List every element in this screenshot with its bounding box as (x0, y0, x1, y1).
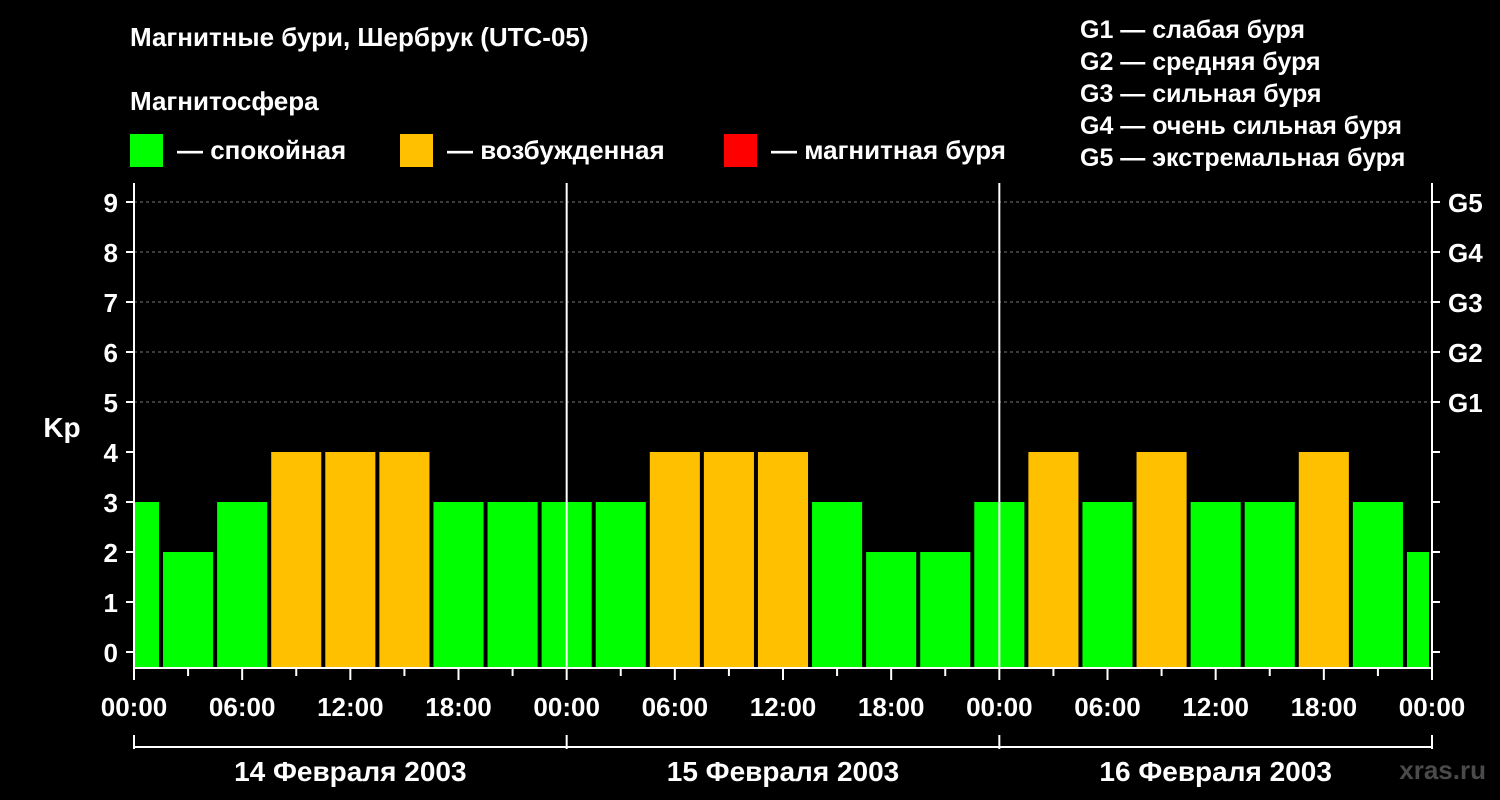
kp-bar (649, 452, 700, 668)
x-tick-label: 12:00 (750, 692, 817, 722)
day-label: 14 Февраля 2003 (234, 756, 466, 787)
x-tick-label: 06:00 (642, 692, 709, 722)
kp-bar (217, 502, 268, 668)
x-tick-label: 18:00 (858, 692, 925, 722)
kp-bar-chart: 0 1 2 3 4 5 6 7 8 9 G1 G2 G3 G4 G5 Kp 00:00 06:00 12:00 18:… (43, 183, 1483, 787)
g-level-label: G3 (1448, 288, 1483, 318)
kp-bar (1298, 452, 1349, 668)
kp-bar (812, 502, 863, 668)
kp-bar (487, 502, 538, 668)
kp-bar (163, 552, 214, 668)
x-tick-label: 12:00 (317, 692, 384, 722)
y-tick-label: 6 (104, 338, 118, 368)
kp-bar (325, 452, 376, 668)
kp-bar (703, 452, 754, 668)
day-label: 16 Февраля 2003 (1099, 756, 1331, 787)
x-tick-label: 12:00 (1182, 692, 1249, 722)
y-tick-label: 5 (104, 388, 118, 418)
g-level-label: G2 (1448, 338, 1483, 368)
x-tick-label: 18:00 (425, 692, 492, 722)
y-tick-label: 0 (104, 638, 118, 668)
watermark: xras.ru (1399, 755, 1486, 785)
day-label: 15 Февраля 2003 (667, 756, 899, 787)
y-tick-label: 8 (104, 238, 118, 268)
y-tick-label: 3 (104, 488, 118, 518)
x-tick-label: 06:00 (209, 692, 276, 722)
kp-bar (379, 452, 430, 668)
kp-bar (866, 552, 917, 668)
kp-bar (1028, 452, 1079, 668)
kp-bar (595, 502, 646, 668)
x-tick-label: 18:00 (1291, 692, 1358, 722)
y-tick-label: 9 (104, 188, 118, 218)
kp-bar (1082, 502, 1133, 668)
kp-bar (920, 552, 971, 668)
x-tick-label: 06:00 (1074, 692, 1141, 722)
kp-bar (433, 502, 484, 668)
y-tick-label: 1 (104, 588, 118, 618)
kp-bar (271, 452, 322, 668)
kp-bar (1406, 552, 1429, 668)
x-tick-label: 00:00 (101, 692, 168, 722)
kp-bar (757, 452, 809, 668)
kp-bar (1136, 452, 1187, 668)
g-level-label: G4 (1448, 238, 1483, 268)
g-level-label: G5 (1448, 188, 1483, 218)
y-tick-label: 4 (104, 438, 119, 468)
x-tick-label: 00:00 (1399, 692, 1466, 722)
kp-bar (135, 502, 160, 668)
x-tick-label: 00:00 (966, 692, 1033, 722)
g-level-label: G1 (1448, 388, 1483, 418)
kp-bar (1190, 502, 1241, 668)
y-tick-label: 2 (104, 538, 118, 568)
kp-bar (1352, 502, 1403, 668)
kp-bar (1244, 502, 1295, 668)
y-tick-label: 7 (104, 288, 118, 318)
y-axis-label: Kp (43, 412, 80, 443)
x-tick-label: 00:00 (533, 692, 600, 722)
